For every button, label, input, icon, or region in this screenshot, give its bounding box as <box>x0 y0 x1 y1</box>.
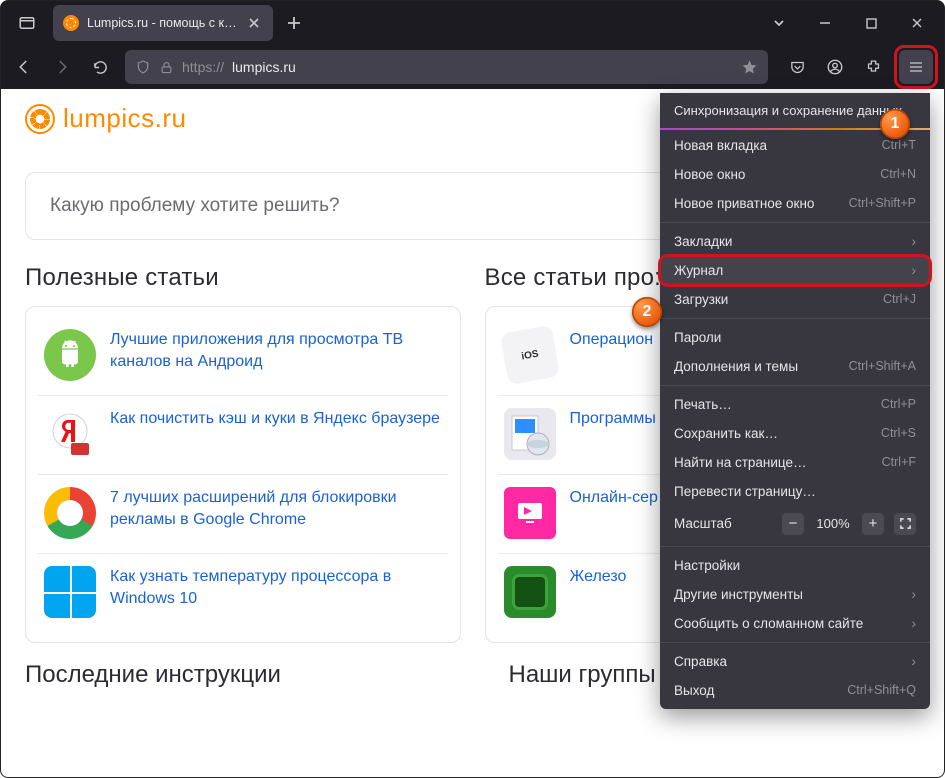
menu-find[interactable]: Найти на странице…Ctrl+F <box>660 448 930 477</box>
category-link[interactable]: Железо <box>570 566 627 588</box>
app-menu-button[interactable] <box>899 50 933 84</box>
annotation-badge-2: 2 <box>632 297 662 327</box>
menu-zoom: Масштаб − 100% + <box>660 506 930 542</box>
window-maximize-button[interactable] <box>848 1 894 45</box>
extensions-button[interactable] <box>856 50 890 84</box>
ads-badge: ADS <box>57 500 83 526</box>
online-services-icon <box>504 487 556 539</box>
article-link[interactable]: Как почистить кэш и куки в Яндекс браузе… <box>110 408 440 430</box>
menu-report-site[interactable]: Сообщить о сломанном сайте› <box>660 609 930 638</box>
url-protocol: https:// <box>182 59 224 75</box>
tab-favicon-icon <box>63 15 79 31</box>
category-link[interactable]: Онлайн-сер <box>570 487 658 509</box>
app-menu: Синхронизация и сохранение данных Новая … <box>660 93 930 709</box>
android-icon <box>44 329 96 381</box>
fullscreen-button[interactable] <box>894 513 916 535</box>
list-item[interactable]: Как узнать температуру процессора в Wind… <box>38 553 448 632</box>
menu-settings[interactable]: Настройки <box>660 551 930 580</box>
software-box-icon <box>504 408 556 460</box>
menu-passwords[interactable]: Пароли <box>660 323 930 352</box>
menu-downloads[interactable]: ЗагрузкиCtrl+J <box>660 285 930 314</box>
shield-icon <box>135 59 151 75</box>
menu-history[interactable]: Журнал› <box>660 256 930 285</box>
tabs-dropdown-button[interactable] <box>756 1 802 45</box>
zoom-in-button[interactable]: + <box>862 513 884 535</box>
menu-more-tools[interactable]: Другие инструменты› <box>660 580 930 609</box>
titlebar: Lumpics.ru - помощь с компь <box>1 1 944 45</box>
annotation-badge-1: 1 <box>880 109 910 139</box>
article-link[interactable]: Как узнать температуру процессора в Wind… <box>110 566 442 609</box>
firefox-view-button[interactable] <box>5 1 49 45</box>
account-button[interactable] <box>818 50 852 84</box>
menu-print[interactable]: Печать…Ctrl+P <box>660 390 930 419</box>
tab-close-button[interactable] <box>245 14 263 32</box>
url-bar[interactable]: https:// lumpics.ru <box>125 50 768 84</box>
chevron-right-icon: › <box>912 587 917 602</box>
windows-icon <box>44 566 96 618</box>
chevron-right-icon: › <box>912 234 917 249</box>
heading-useful: Полезные статьи <box>25 264 461 292</box>
hardware-icon <box>504 566 556 618</box>
window-close-button[interactable] <box>894 1 940 45</box>
menu-new-window[interactable]: Новое окноCtrl+N <box>660 160 930 189</box>
yandex-icon <box>44 408 96 460</box>
list-item[interactable]: ADS 7 лучших расширений для блокировки р… <box>38 474 448 553</box>
menu-exit[interactable]: ВыходCtrl+Shift+Q <box>660 676 930 705</box>
article-link[interactable]: Лучшие приложения для просмотра ТВ канал… <box>110 329 442 372</box>
list-item[interactable]: Как почистить кэш и куки в Яндекс браузе… <box>38 395 448 474</box>
zoom-out-button[interactable]: − <box>782 513 804 535</box>
heading-recent: Последние инструкции <box>1 643 461 689</box>
chevron-right-icon: › <box>912 654 917 669</box>
menu-new-private[interactable]: Новое приватное окноCtrl+Shift+P <box>660 189 930 218</box>
nav-reload-button[interactable] <box>83 50 117 84</box>
site-name: lumpics.ru <box>63 103 186 134</box>
article-link[interactable]: 7 лучших расширений для блокировки рекла… <box>110 487 442 530</box>
menu-bookmarks[interactable]: Закладки› <box>660 227 930 256</box>
active-tab[interactable]: Lumpics.ru - помощь с компь <box>53 5 273 41</box>
chevron-right-icon: › <box>912 263 917 278</box>
new-tab-button[interactable] <box>277 6 311 40</box>
pocket-button[interactable] <box>780 50 814 84</box>
category-link[interactable]: Программы <box>570 408 656 430</box>
chevron-right-icon: › <box>912 616 917 631</box>
tab-title: Lumpics.ru - помощь с компь <box>87 16 237 30</box>
menu-addons[interactable]: Дополнения и темыCtrl+Shift+A <box>660 352 930 381</box>
menu-help[interactable]: Справка› <box>660 647 930 676</box>
chrome-icon: ADS <box>44 487 96 539</box>
menu-translate[interactable]: Перевести страницу… <box>660 477 930 506</box>
list-item[interactable]: Лучшие приложения для просмотра ТВ канал… <box>38 317 448 395</box>
lock-icon <box>159 60 174 75</box>
zoom-value: 100% <box>814 516 852 531</box>
hamburger-highlight <box>894 45 938 89</box>
useful-list: Лучшие приложения для просмотра ТВ канал… <box>25 306 461 643</box>
url-host: lumpics.ru <box>232 59 296 75</box>
nav-forward-button[interactable] <box>45 50 79 84</box>
toolbar: https:// lumpics.ru <box>1 45 944 89</box>
bookmark-star-icon[interactable] <box>741 59 758 76</box>
nav-back-button[interactable] <box>7 50 41 84</box>
menu-save-as[interactable]: Сохранить как…Ctrl+S <box>660 419 930 448</box>
ios-icon: iOS <box>499 325 559 385</box>
window-minimize-button[interactable] <box>802 1 848 45</box>
site-logo-icon <box>25 104 55 134</box>
category-link[interactable]: Операцион <box>570 329 654 351</box>
